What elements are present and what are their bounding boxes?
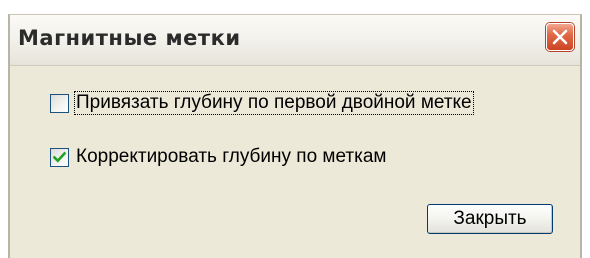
checkbox-bind-depth[interactable]: [50, 93, 69, 113]
option-bind-depth-first-double-mark[interactable]: Привязать глубину по первой двойной метк…: [50, 91, 474, 115]
checkmark-icon: [53, 151, 66, 163]
checkbox-bind-depth-label[interactable]: Привязать глубину по первой двойной метк…: [74, 91, 474, 115]
option-correct-depth-by-marks[interactable]: Корректировать глубину по меткам: [50, 145, 388, 169]
title-bar[interactable]: Магнитные метки: [10, 15, 580, 66]
checkbox-correct-depth[interactable]: [50, 147, 69, 167]
checkbox-correct-depth-label[interactable]: Корректировать глубину по меткам: [75, 146, 388, 168]
dialog-body: Привязать глубину по первой двойной метк…: [10, 66, 580, 258]
window-title: Магнитные метки: [18, 26, 241, 50]
close-dialog-button[interactable]: Закрыть: [427, 204, 553, 234]
dialog-window: Магнитные метки Привязать глубину по пер…: [8, 14, 582, 258]
window-close-button[interactable]: [546, 23, 574, 51]
close-x-icon: [552, 29, 568, 45]
close-dialog-button-label: Закрыть: [453, 208, 527, 229]
